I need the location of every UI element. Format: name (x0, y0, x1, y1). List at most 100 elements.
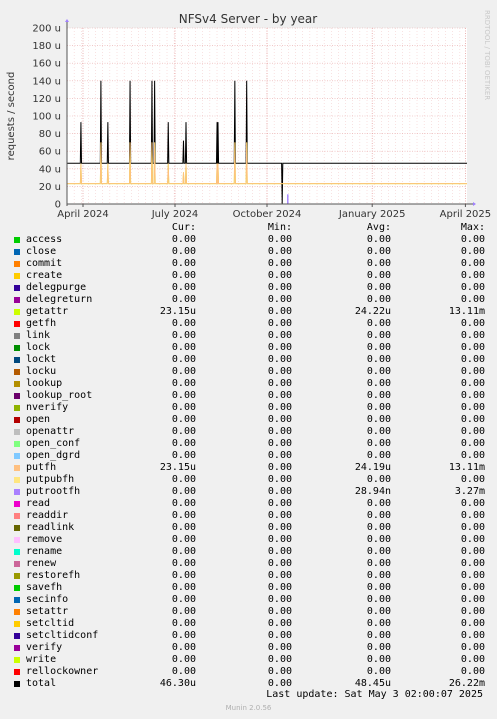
y-tick-label: 100 u (32, 112, 61, 123)
legend-cur: 23.15u (159, 462, 196, 473)
legend-cur: 0.00 (171, 438, 196, 449)
legend-cur: 0.00 (171, 258, 196, 269)
legend-avg: 0.00 (366, 450, 391, 461)
legend-row: commit 0.00 0.00 0.00 0.00 (10, 258, 488, 270)
legend-name: openattr (26, 426, 75, 437)
legend-min: 0.00 (267, 426, 292, 437)
x-tick-label: January 2025 (338, 209, 406, 220)
legend-cur: 23.15u (159, 306, 196, 317)
legend-cur: 0.00 (171, 642, 196, 653)
legend-cur: 0.00 (171, 318, 196, 329)
legend-max: 0.00 (460, 606, 485, 617)
legend-max: 0.00 (460, 270, 485, 281)
legend-min: 0.00 (267, 462, 292, 473)
legend-cur: 0.00 (171, 582, 196, 593)
legend-swatch (14, 657, 20, 663)
legend-row: open_dgrd 0.00 0.00 0.00 0.00 (10, 450, 488, 462)
legend-cur: 0.00 (171, 558, 196, 569)
legend-name: nverify (26, 402, 69, 413)
legend-cur: 0.00 (171, 498, 196, 509)
legend-cur: 0.00 (171, 534, 196, 545)
legend-max: 0.00 (460, 546, 485, 557)
legend-row: setcltid 0.00 0.00 0.00 0.00 (10, 618, 488, 630)
legend-row: remove 0.00 0.00 0.00 0.00 (10, 534, 488, 546)
legend-swatch (14, 633, 20, 639)
legend-avg: 0.00 (366, 474, 391, 485)
legend-min: 0.00 (267, 606, 292, 617)
legend-max: 0.00 (460, 474, 485, 485)
legend-swatch (14, 417, 20, 423)
legend-name: open_dgrd (26, 450, 81, 461)
legend-swatch (14, 501, 20, 507)
legend-swatch (14, 645, 20, 651)
legend-row: write 0.00 0.00 0.00 0.00 (10, 654, 488, 666)
legend-header: Cur: Min: Avg: Max: (10, 222, 488, 234)
legend-name: delegreturn (26, 294, 93, 305)
legend-swatch (14, 273, 20, 279)
legend-name: open (26, 414, 51, 425)
legend-name: remove (26, 534, 63, 545)
legend-name: secinfo (26, 594, 69, 605)
legend-swatch (14, 357, 20, 363)
legend-min: 0.00 (267, 318, 292, 329)
legend-row: setcltidconf 0.00 0.00 0.00 0.00 (10, 630, 488, 642)
legend-swatch (14, 561, 20, 567)
legend-row: rellockowner 0.00 0.00 0.00 0.00 (10, 666, 488, 678)
legend-cur: 0.00 (171, 378, 196, 389)
legend-min: 0.00 (267, 642, 292, 653)
legend-max: 3.27m (454, 486, 485, 497)
legend-min: 0.00 (267, 438, 292, 449)
legend-swatch (14, 597, 20, 603)
legend-swatch (14, 453, 20, 459)
legend-cur: 0.00 (171, 618, 196, 629)
legend-cur: 0.00 (171, 546, 196, 557)
legend-avg: 28.94n (354, 486, 391, 497)
legend-min: 0.00 (267, 378, 292, 389)
legend-min: 0.00 (267, 294, 292, 305)
y-tick-label: 180 u (32, 41, 61, 52)
legend-min: 0.00 (267, 534, 292, 545)
legend-avg: 0.00 (366, 282, 391, 293)
legend-cur: 0.00 (171, 522, 196, 533)
legend-name: lockt (26, 354, 57, 365)
legend-avg: 0.00 (366, 246, 391, 257)
legend-name: total (26, 678, 57, 689)
legend-row: readdir 0.00 0.00 0.00 0.00 (10, 510, 488, 522)
legend-max: 0.00 (460, 402, 485, 413)
legend-avg: 0.00 (366, 414, 391, 425)
legend-avg: 0.00 (366, 498, 391, 509)
legend-swatch (14, 321, 20, 327)
legend-min: 0.00 (267, 474, 292, 485)
legend-max: 0.00 (460, 594, 485, 605)
legend-max: 0.00 (460, 234, 485, 245)
legend-min: 0.00 (267, 546, 292, 557)
legend-min: 0.00 (267, 306, 292, 317)
legend-avg: 0.00 (366, 654, 391, 665)
legend-max: 13.11m (448, 462, 485, 473)
legend-name: savefh (26, 582, 63, 593)
legend-min: 0.00 (267, 366, 292, 377)
legend-max: 0.00 (460, 630, 485, 641)
legend-row: putpubfh 0.00 0.00 0.00 0.00 (10, 474, 488, 486)
legend-table: Cur: Min: Avg: Max: access 0.00 0.00 0.00 0.… (10, 222, 488, 690)
legend-swatch (14, 405, 20, 411)
header-max: Max: (460, 222, 485, 233)
legend-name: setcltid (26, 618, 75, 629)
legend-swatch (14, 669, 20, 675)
legend-cur: 0.00 (171, 354, 196, 365)
legend-cur: 0.00 (171, 630, 196, 641)
legend-max: 0.00 (460, 294, 485, 305)
legend-min: 0.00 (267, 402, 292, 413)
legend-avg: 0.00 (366, 390, 391, 401)
legend-name: putpubfh (26, 474, 75, 485)
legend-avg: 0.00 (366, 426, 391, 437)
legend-cur: 46.30u (159, 678, 196, 689)
legend-name: lock (26, 342, 51, 353)
legend-avg: 24.22u (354, 306, 391, 317)
legend-min: 0.00 (267, 558, 292, 569)
legend-max: 0.00 (460, 342, 485, 353)
legend-min: 0.00 (267, 342, 292, 353)
legend-avg: 0.00 (366, 534, 391, 545)
legend-min: 0.00 (267, 654, 292, 665)
legend-name: putfh (26, 462, 57, 473)
